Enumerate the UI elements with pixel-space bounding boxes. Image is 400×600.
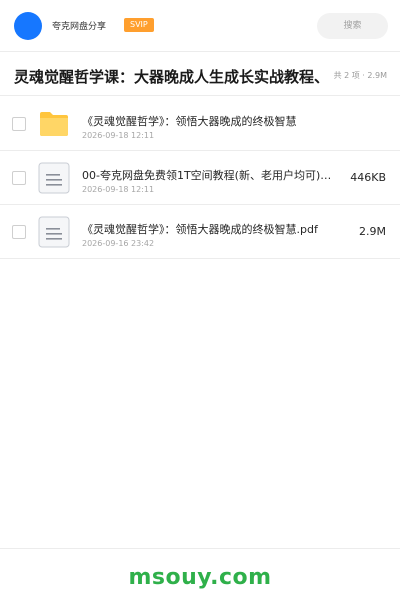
file-date: 2026-09-18 12:11 — [82, 131, 155, 140]
list-item[interactable]: 00-夸克网盘免费领1T空间教程(新、老用户均可)… 2026-09-18 12… — [0, 151, 400, 205]
file-size: 2.9M — [359, 225, 386, 238]
file-size: 446KB — [350, 171, 386, 184]
watermark-text: msouy.com — [128, 565, 272, 590]
file-date: 2026-09-18 12:11 — [82, 185, 155, 194]
avatar[interactable] — [14, 12, 42, 40]
document-icon — [38, 216, 70, 248]
header: 夸克网盘分享 SVIP — [0, 0, 400, 52]
row-checkbox[interactable] — [12, 117, 26, 131]
folder-icon — [38, 108, 70, 140]
footer: msouy.com — [0, 548, 400, 600]
document-icon — [38, 162, 70, 194]
share-page: 夸克网盘分享 SVIP 灵魂觉醒哲学课：大器晚成人生成长实战教程、 共 2 项 … — [0, 0, 400, 600]
search-input[interactable] — [317, 13, 388, 39]
file-date: 2026-09-16 23:42 — [82, 239, 155, 248]
item-summary: 共 2 项 · 2.9M — [333, 71, 387, 80]
page-title: 灵魂觉醒哲学课：大器晚成人生成长实战教程、 — [14, 68, 326, 86]
file-name: 00-夸克网盘免费领1T空间教程(新、老用户均可)… — [82, 169, 332, 182]
file-name: 《灵魂觉醒哲学》：领悟大器晚成的终极智慧 — [82, 115, 297, 128]
row-checkbox[interactable] — [12, 225, 26, 239]
list-item[interactable]: 《灵魂觉醒哲学》：领悟大器晚成的终极智慧.pdf 2026-09-16 23:4… — [0, 205, 400, 259]
svip-badge: SVIP — [124, 18, 154, 32]
title-row: 灵魂觉醒哲学课：大器晚成人生成长实战教程、 共 2 项 · 2.9M — [0, 53, 400, 96]
share-name: 夸克网盘分享 — [52, 22, 107, 32]
file-name: 《灵魂觉醒哲学》：领悟大器晚成的终极智慧.pdf — [82, 223, 318, 236]
row-checkbox[interactable] — [12, 171, 26, 185]
list-item[interactable]: 《灵魂觉醒哲学》：领悟大器晚成的终极智慧 2026-09-18 12:11 — [0, 97, 400, 151]
